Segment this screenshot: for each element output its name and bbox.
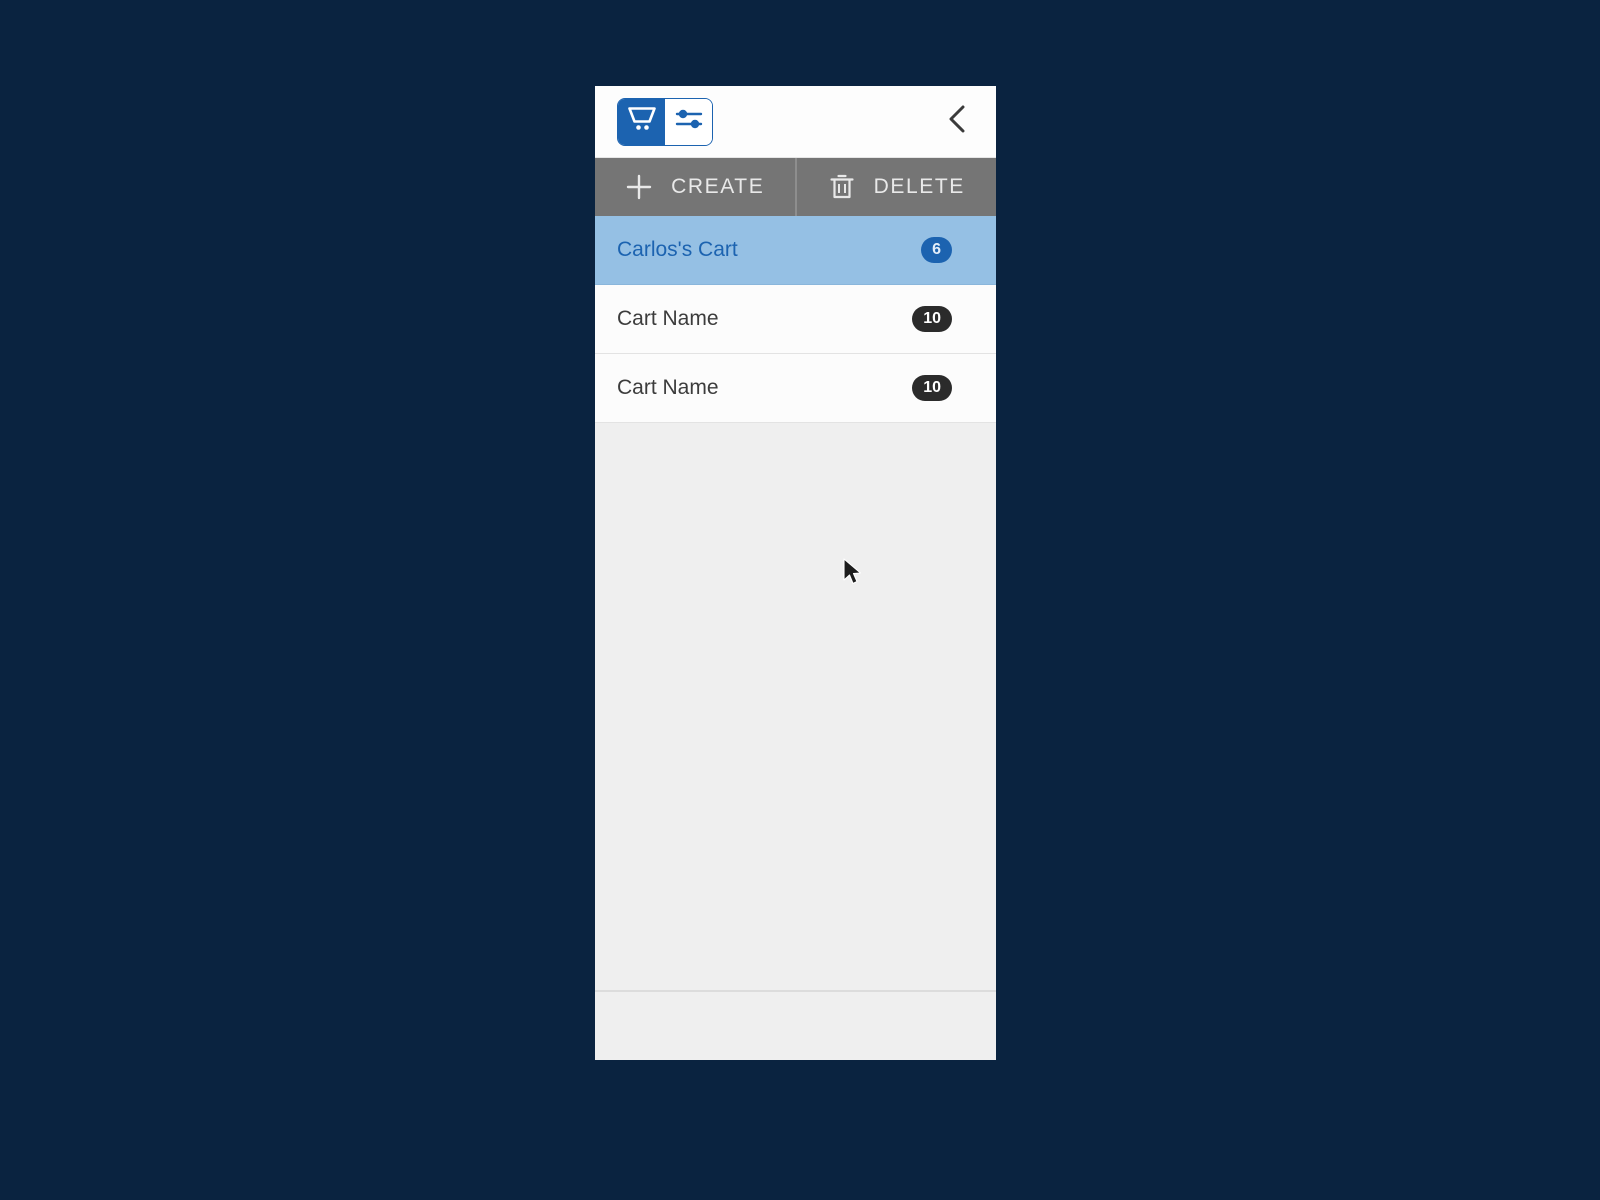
list-item[interactable]: Cart Name 10 bbox=[595, 354, 996, 423]
toggle-option-carts[interactable] bbox=[618, 98, 665, 145]
item-count-badge: 10 bbox=[912, 375, 952, 401]
sliders-icon bbox=[674, 106, 704, 137]
item-count-badge: 10 bbox=[912, 306, 952, 332]
list-item[interactable]: Cart Name 10 bbox=[595, 285, 996, 354]
list-item[interactable]: Carlos's Cart 6 bbox=[595, 216, 996, 285]
trash-icon bbox=[828, 173, 856, 201]
cart-list-empty-area bbox=[595, 423, 996, 990]
panel-header: CARTS bbox=[595, 86, 996, 158]
action-toolbar: CREATE DELETE bbox=[595, 158, 996, 216]
panel-footer bbox=[595, 990, 996, 1060]
shopping-cart-icon bbox=[627, 105, 657, 138]
toggle-option-filters[interactable] bbox=[665, 98, 712, 145]
delete-button[interactable]: DELETE bbox=[794, 158, 997, 216]
view-mode-toggle[interactable] bbox=[617, 97, 713, 146]
create-button[interactable]: CREATE bbox=[595, 158, 795, 216]
cart-name: Cart Name bbox=[617, 307, 719, 330]
plus-icon bbox=[625, 173, 653, 201]
create-button-label: CREATE bbox=[671, 175, 765, 198]
delete-button-label: DELETE bbox=[873, 175, 965, 198]
back-button[interactable] bbox=[938, 102, 978, 142]
chevron-left-icon bbox=[946, 104, 970, 139]
cart-list: Carlos's Cart 6 Cart Name 10 Cart Name 1… bbox=[595, 216, 996, 423]
cart-name: Carlos's Cart bbox=[617, 238, 738, 261]
carts-panel: CARTS CREATE bbox=[595, 86, 996, 1060]
item-count-badge: 6 bbox=[921, 237, 952, 263]
cart-name: Cart Name bbox=[617, 376, 719, 399]
